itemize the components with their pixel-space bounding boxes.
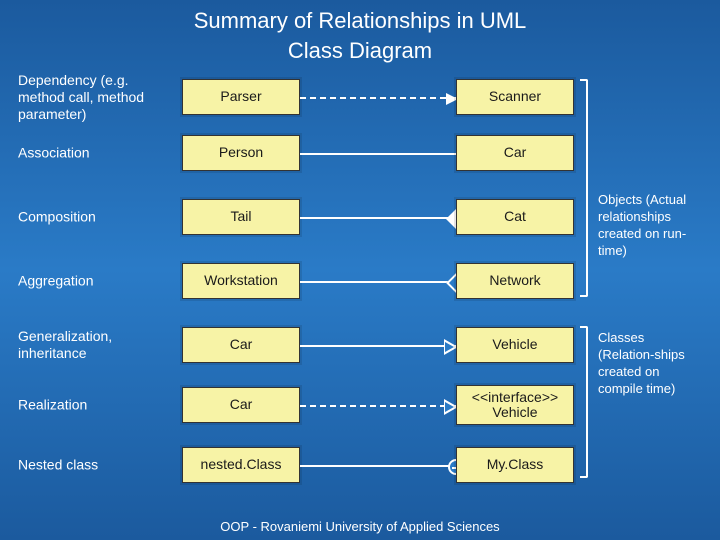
connector-dependency [300,97,456,99]
box-parser: Parser [182,79,300,115]
bracket-objects-icon [580,79,588,297]
label-association: Association [18,145,178,162]
box-person: Person [182,135,300,171]
box-car-assoc: Car [456,135,574,171]
box-vehicle: Vehicle [456,327,574,363]
bracket-classes-icon [580,326,588,478]
row-dependency: Dependency (e.g. method call, method par… [0,72,720,122]
label-realization: Realization [18,397,178,414]
note-classes: Classes (Relation-ships created on compi… [598,330,698,398]
label-nested: Nested class [18,457,178,474]
slide-subtitle: Class Diagram [0,34,720,72]
box-my-class: My.Class [456,447,574,483]
box-interface-vehicle: <<interface>> Vehicle [456,385,574,425]
box-network: Network [456,263,574,299]
connector-generalization [300,345,456,347]
label-dependency: Dependency (e.g. method call, method par… [18,72,178,122]
connector-association [300,153,456,155]
box-workstation: Workstation [182,263,300,299]
box-nested-class: nested.Class [182,447,300,483]
box-car-gen: Car [182,327,300,363]
note-objects: Objects (Actual relationships created on… [598,192,698,260]
slide-title: Summary of Relationships in UML [0,0,720,34]
connector-nested [300,465,456,467]
connector-aggregation [300,281,456,283]
label-generalization: Generalization, inheritance [18,328,178,362]
connector-composition [300,217,456,219]
box-cat: Cat [456,199,574,235]
connector-realization [300,405,456,407]
row-association: Association Person Car [0,128,720,178]
row-aggregation: Aggregation Workstation Network [0,256,720,306]
footer-text: OOP - Rovaniemi University of Applied Sc… [0,519,720,534]
row-nested: Nested class nested.Class My.Class [0,440,720,490]
box-car-real: Car [182,387,300,423]
diagram-area: Dependency (e.g. method call, method par… [0,72,720,492]
box-scanner: Scanner [456,79,574,115]
label-aggregation: Aggregation [18,273,178,290]
label-composition: Composition [18,209,178,226]
box-tail: Tail [182,199,300,235]
